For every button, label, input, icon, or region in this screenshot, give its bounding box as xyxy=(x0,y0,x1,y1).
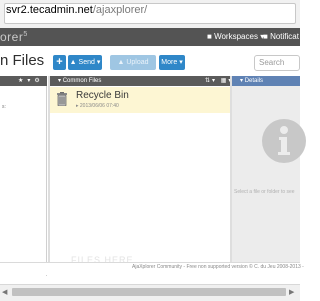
details-panel xyxy=(232,86,300,262)
more-button[interactable]: More ▾ xyxy=(159,55,185,70)
brand-text: orer xyxy=(0,30,24,44)
brand-version: 5 xyxy=(23,31,28,38)
upload-button[interactable]: ▲ Upload xyxy=(110,55,156,70)
left-panel-text: s: xyxy=(2,104,6,110)
file-name[interactable]: Recycle Bin xyxy=(76,90,129,101)
workspaces-menu[interactable]: ■ Workspaces ▾ xyxy=(207,32,264,41)
left-panel xyxy=(0,86,47,276)
file-list-title: ▾ Common Files xyxy=(58,76,101,86)
more-label: More xyxy=(161,59,178,66)
settings-icon[interactable]: ⚙ xyxy=(34,78,43,84)
send-label: Send xyxy=(78,59,95,66)
workspaces-label: Workspaces xyxy=(214,32,258,41)
page-title: n Files xyxy=(0,52,45,69)
url-host: svr2.tecadmin.net xyxy=(6,4,93,16)
search-input[interactable]: Search xyxy=(254,55,300,71)
details-title: ▾ Details xyxy=(240,76,263,86)
caret-down-icon: ▾ xyxy=(179,59,183,66)
upload-icon: ▲ xyxy=(117,59,125,66)
caret-down-icon: ▾ xyxy=(58,78,62,84)
star-icon[interactable]: ★ xyxy=(18,78,27,84)
url-text[interactable]: svr2.tecadmin.net/ajaxplorer/ xyxy=(6,4,147,16)
notifications-menu[interactable]: ■ Notificat xyxy=(263,32,299,41)
url-path: /ajaxplorer/ xyxy=(92,4,148,16)
left-panel-controls[interactable]: ★▾⚙ xyxy=(18,76,44,86)
arrow-icon: ▸ xyxy=(76,103,79,109)
scrollbar-thumb[interactable] xyxy=(12,288,286,296)
user-icon: ■ xyxy=(207,32,212,41)
app-logo: orer5 xyxy=(0,30,28,44)
notifications-label: Notificat xyxy=(270,32,299,41)
file-date-text: 2013/06/06 07:40 xyxy=(79,103,119,109)
common-files-label: Common Files xyxy=(62,78,102,84)
footer-text: AjaXplorer Community - Free non supporte… xyxy=(132,264,304,270)
caret-down-icon: ▾ xyxy=(240,78,244,84)
scroll-left-icon[interactable]: ◀ xyxy=(2,288,7,296)
scroll-right-icon[interactable]: ▶ xyxy=(289,288,294,296)
file-modified-date: ▸ 2013/06/06 07:40 xyxy=(76,103,119,109)
recycle-bin-icon xyxy=(57,92,67,106)
send-button[interactable]: ▲ Send ▾ xyxy=(68,55,102,70)
user-icon: ■ xyxy=(263,32,268,41)
info-icon xyxy=(262,119,306,163)
send-icon: ▲ xyxy=(69,59,77,66)
caret-down-icon: ▾ xyxy=(96,59,101,66)
details-label: Details xyxy=(244,78,264,84)
add-button[interactable]: + xyxy=(53,55,66,70)
sort-icon[interactable]: ⇅▾ xyxy=(205,78,217,84)
upload-label: Upload xyxy=(126,59,149,66)
details-hint: Select a file or folder to see xyxy=(234,189,295,195)
